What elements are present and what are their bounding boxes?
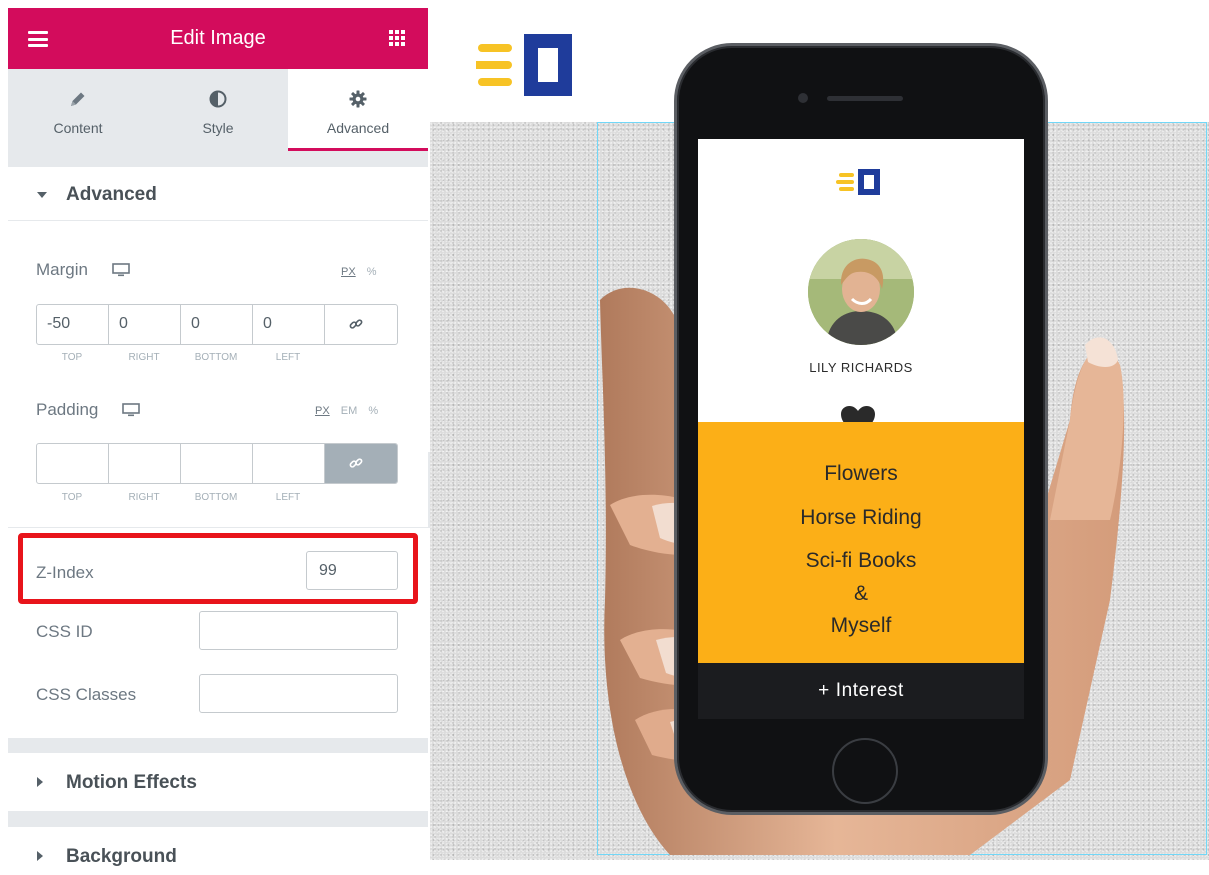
tab-advanced-label: Advanced (326, 120, 390, 136)
link-icon (349, 458, 363, 468)
widgets-grid-icon[interactable] (389, 30, 405, 46)
padding-unit-percent[interactable]: % (368, 405, 378, 417)
padding-dimensions (36, 443, 398, 484)
half-circle-icon (209, 90, 227, 108)
app-logo (836, 169, 880, 195)
caret-down-icon (37, 192, 47, 198)
side-label-right: RIGHT (128, 492, 160, 503)
section-advanced-title: Advanced (66, 184, 157, 205)
phone-speaker (827, 96, 903, 101)
margin-units: PX % (333, 266, 377, 278)
panel-title: Edit Image (170, 27, 266, 49)
section-background-header[interactable]: Background (8, 827, 428, 875)
side-label-bottom: BOTTOM (194, 492, 238, 503)
profile-avatar (808, 239, 914, 345)
padding-bottom-input[interactable] (181, 444, 253, 483)
add-interest-button[interactable]: + Interest (698, 663, 1024, 719)
margin-bottom-input[interactable]: 0 (181, 305, 253, 344)
margin-dimensions: -50 0 0 0 (36, 304, 398, 345)
side-label-left: LEFT (275, 352, 301, 363)
tab-style-label: Style (202, 120, 234, 136)
margin-side-labels: TOP RIGHT BOTTOM LEFT (36, 352, 398, 363)
interest-item: Horse Riding (800, 506, 922, 529)
side-label-left: LEFT (275, 492, 301, 503)
pencil-icon (71, 92, 85, 106)
interests-panel: Flowers Horse Riding Sci-fi Books & Myse… (698, 422, 1024, 663)
caret-right-icon (37, 777, 43, 787)
css-id-input[interactable] (199, 611, 398, 650)
padding-right-input[interactable] (109, 444, 181, 483)
margin-left-input[interactable]: 0 (253, 305, 325, 344)
side-label-top: TOP (61, 492, 83, 503)
preview-canvas: LILY RICHARDS Flowers Horse Riding Sci-f… (430, 0, 1209, 875)
section-divider (8, 738, 428, 753)
divider (8, 527, 428, 528)
css-classes-label: CSS Classes (36, 685, 137, 704)
tab-advanced[interactable]: Advanced (288, 69, 428, 151)
padding-unit-em[interactable]: EM (341, 405, 358, 417)
interest-item: & (853, 582, 868, 605)
gear-icon (349, 90, 367, 108)
z-index-highlight-box (18, 533, 418, 604)
profile-name: LILY RICHARDS (809, 360, 913, 375)
padding-left-input[interactable] (253, 444, 325, 483)
interest-item: Flowers (824, 462, 898, 485)
section-divider (8, 151, 428, 167)
desktop-device-icon[interactable] (112, 263, 130, 277)
profile-photo (808, 239, 914, 345)
margin-unit-percent[interactable]: % (367, 266, 377, 278)
tab-style[interactable]: Style (148, 69, 288, 151)
padding-label: Padding (36, 400, 99, 419)
css-id-label: CSS ID (36, 622, 93, 641)
panel-header: Edit Image (8, 8, 428, 69)
padding-unit-px[interactable]: PX (315, 405, 330, 417)
phone-camera (798, 93, 808, 103)
tab-content-label: Content (53, 120, 103, 136)
interest-item: Myself (830, 614, 892, 637)
panel-tabs: Content Style Advanced (8, 69, 428, 151)
desktop-device-icon[interactable] (122, 403, 140, 417)
padding-units: PX EM % (307, 405, 378, 417)
editor-panel: Edit Image Content Style Advanced Advanc… (8, 8, 428, 875)
section-motion-effects-title: Motion Effects (66, 772, 197, 793)
margin-link-button[interactable] (325, 305, 397, 344)
side-label-top: TOP (61, 352, 83, 363)
padding-top-input[interactable] (37, 444, 109, 483)
css-classes-input[interactable] (199, 674, 398, 713)
padding-link-button[interactable] (325, 444, 397, 483)
link-icon (349, 319, 363, 329)
side-label-bottom: BOTTOM (194, 352, 238, 363)
margin-label: Margin (36, 260, 88, 279)
margin-unit-px[interactable]: PX (341, 266, 356, 278)
padding-side-labels: TOP RIGHT BOTTOM LEFT (36, 492, 398, 503)
tab-content[interactable]: Content (8, 69, 148, 151)
caret-right-icon (37, 851, 43, 861)
section-divider (8, 812, 428, 827)
margin-top-input[interactable]: -50 (37, 305, 109, 344)
section-advanced-header[interactable]: Advanced (8, 167, 428, 221)
interest-item: Sci-fi Books (805, 549, 917, 572)
phone-home-button (832, 738, 898, 804)
margin-right-input[interactable]: 0 (109, 305, 181, 344)
side-label-right: RIGHT (128, 352, 160, 363)
phone-screen: LILY RICHARDS Flowers Horse Riding Sci-f… (698, 139, 1024, 719)
section-motion-effects-header[interactable]: Motion Effects (8, 753, 428, 812)
section-background-title: Background (66, 846, 177, 867)
